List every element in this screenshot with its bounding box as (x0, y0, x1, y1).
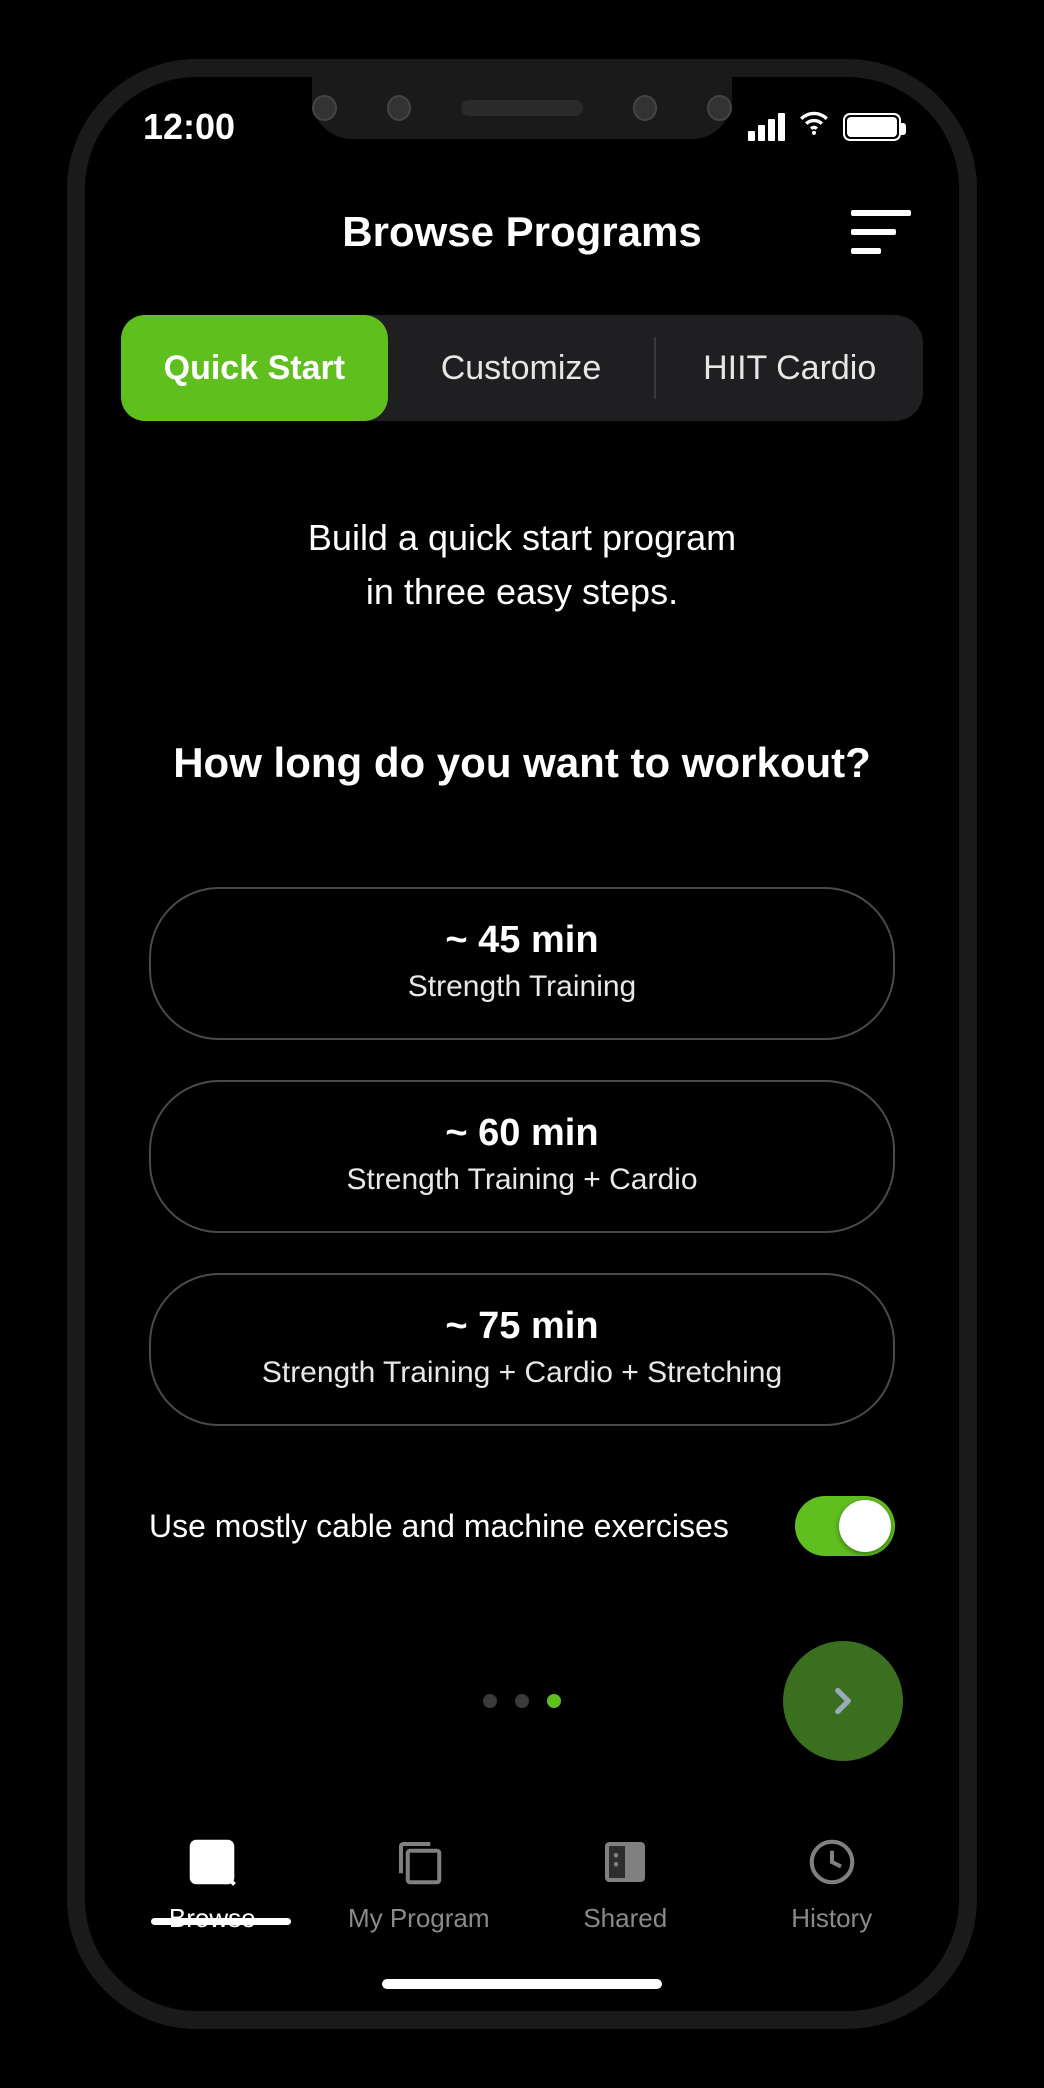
tab-customize[interactable]: Customize (388, 315, 655, 421)
nav-my-program[interactable]: My Program (316, 1835, 523, 1934)
active-tab-indicator (151, 1918, 291, 1925)
intro-text: Build a quick start program in three eas… (133, 511, 911, 619)
browse-icon (185, 1835, 239, 1889)
status-time: 12:00 (143, 106, 235, 148)
machine-exercises-toggle[interactable] (795, 1496, 895, 1556)
home-indicator[interactable] (382, 1979, 662, 1989)
option-time: ~ 60 min (171, 1112, 873, 1155)
nav-history[interactable]: History (729, 1835, 936, 1934)
next-button[interactable] (783, 1641, 903, 1761)
wifi-icon (797, 106, 831, 149)
program-mode-tabs: Quick Start Customize HIIT Cardio (121, 315, 923, 421)
cellular-icon (748, 113, 785, 141)
stack-icon (392, 1835, 446, 1889)
option-desc: Strength Training + Cardio + Stretching (171, 1356, 873, 1390)
page-title: Browse Programs (342, 208, 701, 256)
option-time: ~ 45 min (171, 919, 873, 962)
tab-hiit-cardio[interactable]: HIIT Cardio (656, 315, 923, 421)
nav-shared[interactable]: Shared (522, 1835, 729, 1934)
battery-icon (843, 113, 901, 141)
page-indicator (483, 1694, 561, 1708)
duration-option-60[interactable]: ~ 60 min Strength Training + Cardio (149, 1080, 895, 1233)
tab-quick-start[interactable]: Quick Start (121, 315, 388, 421)
clock-icon (805, 1835, 859, 1889)
option-desc: Strength Training (171, 970, 873, 1004)
menu-button[interactable] (851, 210, 911, 254)
option-time: ~ 75 min (171, 1305, 873, 1348)
shared-icon (598, 1835, 652, 1889)
duration-option-75[interactable]: ~ 75 min Strength Training + Cardio + St… (149, 1273, 895, 1426)
machine-exercises-label: Use mostly cable and machine exercises (149, 1508, 729, 1545)
duration-option-45[interactable]: ~ 45 min Strength Training (149, 887, 895, 1040)
option-desc: Strength Training + Cardio (171, 1163, 873, 1197)
step-question: How long do you want to workout? (133, 739, 911, 787)
